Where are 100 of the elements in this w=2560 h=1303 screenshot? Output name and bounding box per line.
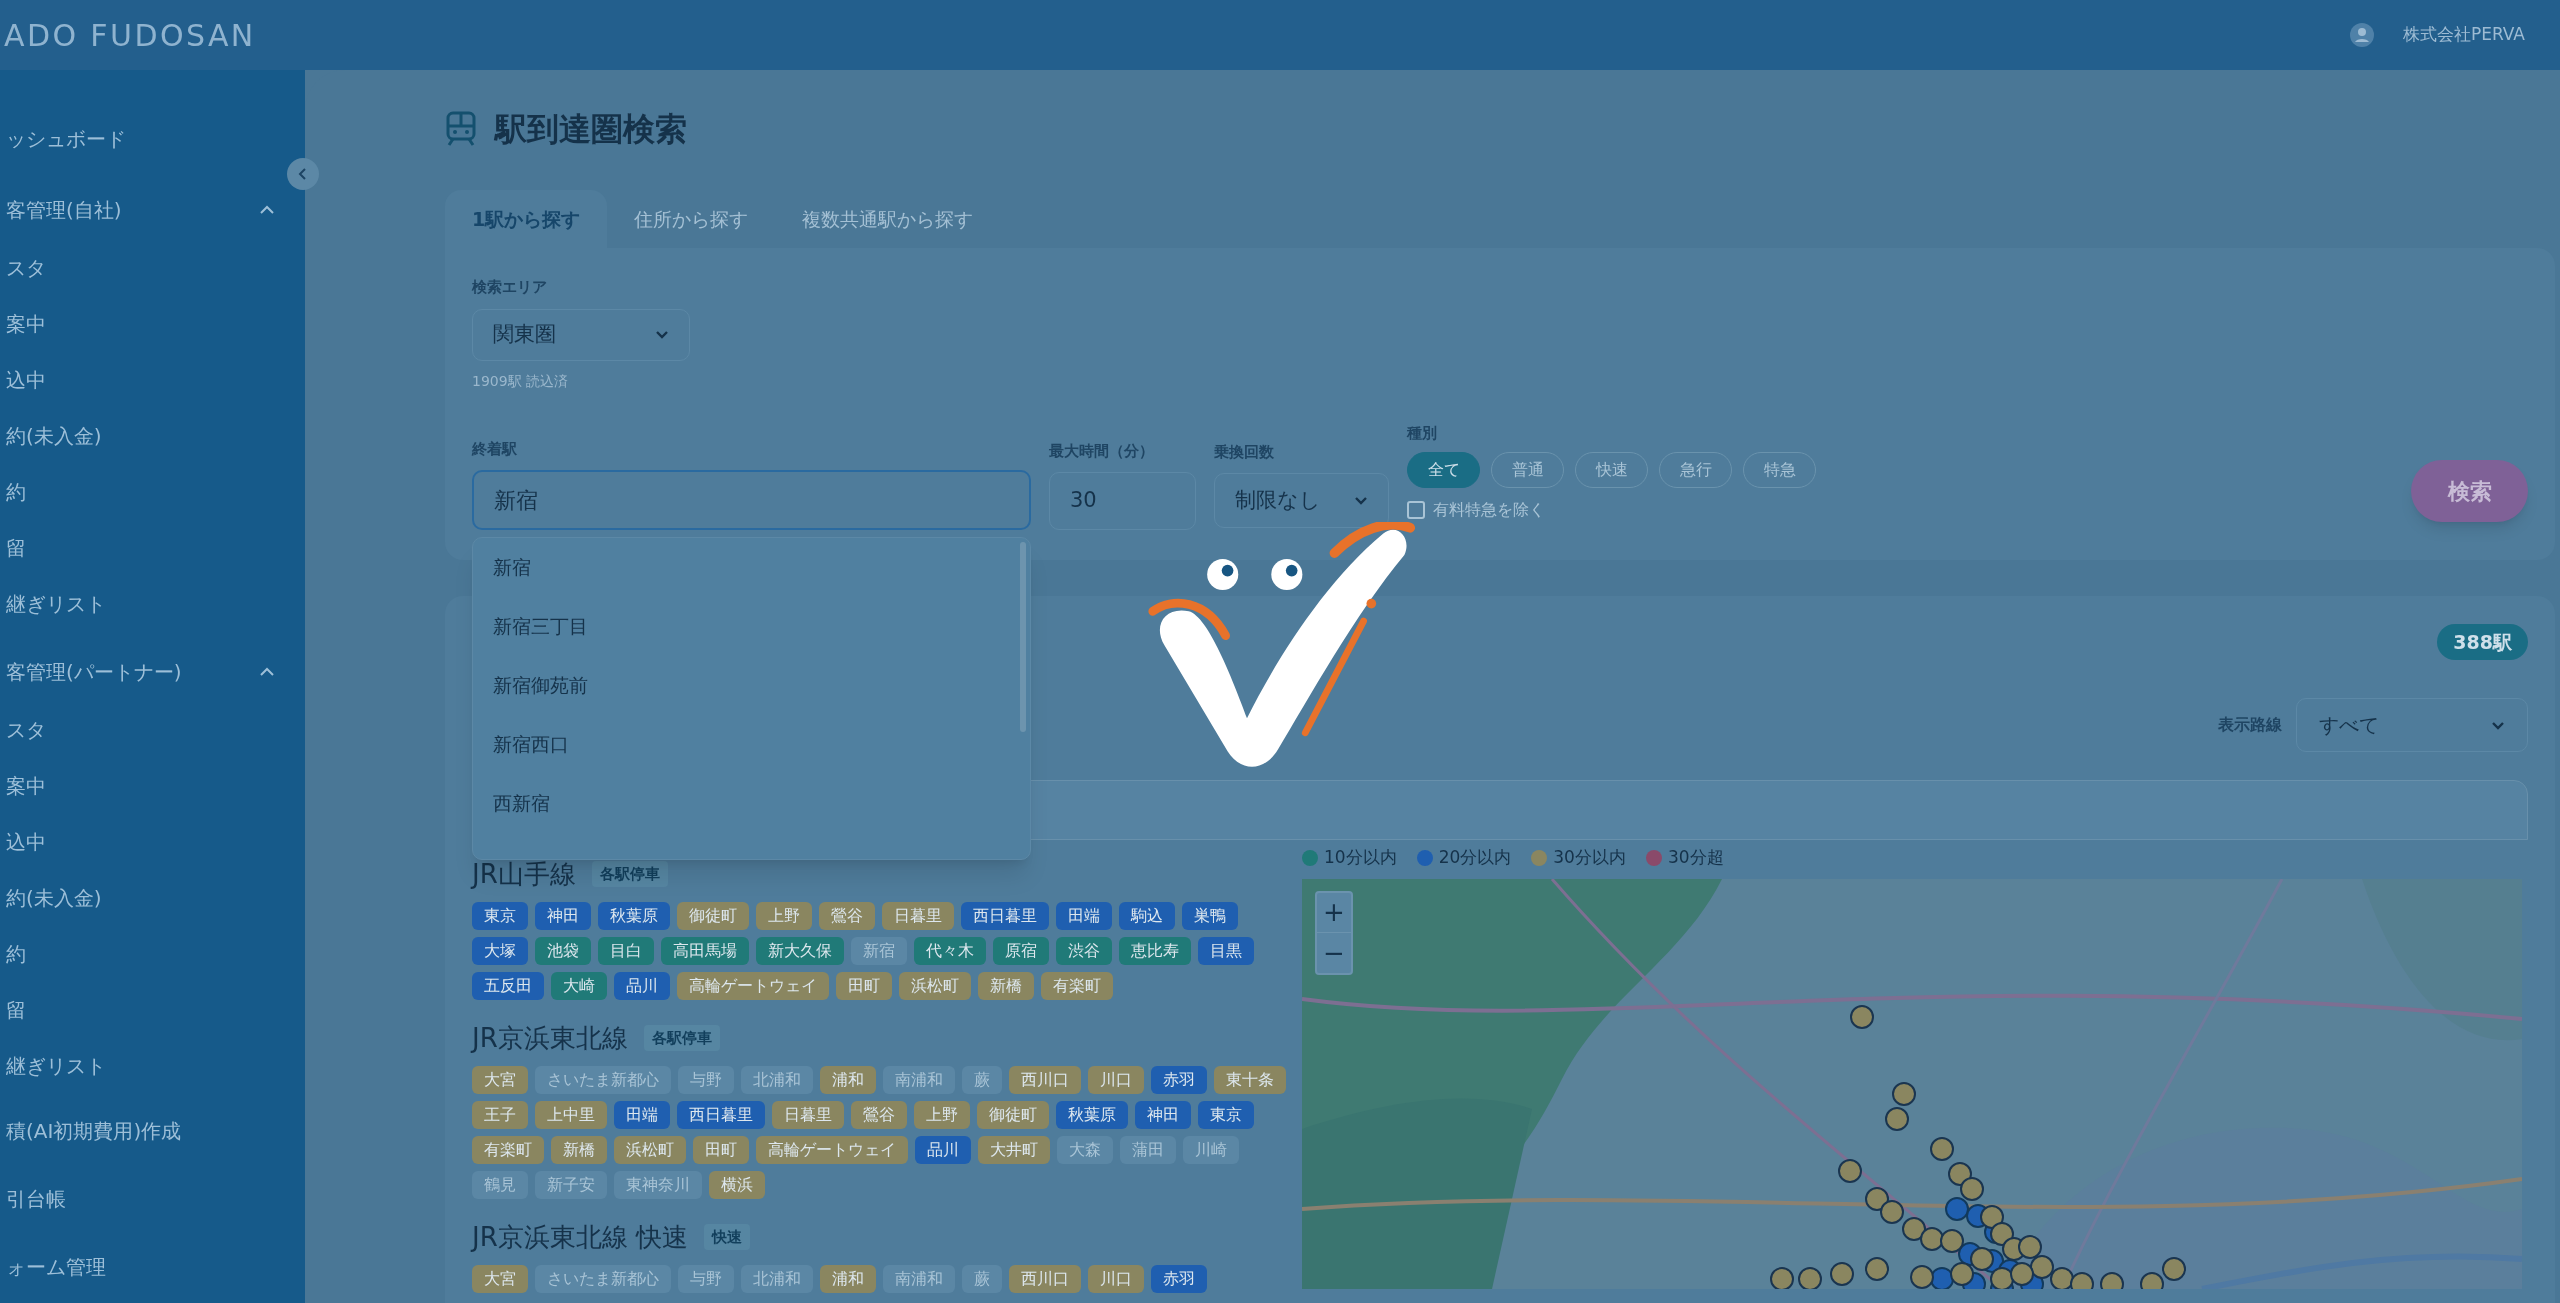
station-chip: 大森 [1057, 1136, 1113, 1164]
station-chip: 大宮 [472, 1066, 528, 1094]
type-chip[interactable]: 普通 [1491, 452, 1564, 488]
service-badge: 各駅停車 [643, 1024, 720, 1052]
sidebar-item[interactable]: 込中 [6, 814, 305, 870]
sidebar-item[interactable]: スタ [6, 240, 305, 296]
station-chip: 東京 [472, 902, 528, 930]
station-chip: 浜松町 [614, 1136, 686, 1164]
field-label: 乗換回数 [1214, 441, 1275, 463]
sidebar-item[interactable]: 込中 [6, 352, 305, 408]
scrollbar[interactable] [1020, 542, 1026, 732]
sidebar-item[interactable]: 約 [6, 926, 305, 982]
station-chip: 南浦和 [883, 1265, 955, 1293]
station-chip: 上中里 [535, 1101, 607, 1129]
station-chip: 大井町 [978, 1136, 1050, 1164]
sidebar-item[interactable]: 積(AI初期費用)作成 [6, 1100, 305, 1162]
sidebar-item[interactable]: 約(未入金) [6, 870, 305, 926]
line-filter-select[interactable]: すべて [2296, 698, 2528, 752]
sidebar-item[interactable]: 約 [6, 464, 305, 520]
suggestion-item[interactable]: 西新宿 [473, 774, 1020, 833]
type-chip[interactable]: 全て [1407, 452, 1480, 488]
station-chip: 神田 [1135, 1101, 1191, 1129]
search-button[interactable]: 検索 [2411, 460, 2528, 522]
field-label: 最大時間（分） [1049, 440, 1155, 462]
type-chip[interactable]: 急行 [1659, 452, 1732, 488]
chevron-down-icon [655, 330, 669, 339]
station-input[interactable]: 新宿 [472, 470, 1031, 530]
type-chip[interactable]: 特急 [1743, 452, 1816, 488]
service-badge: 各駅停車 [591, 860, 668, 888]
tab[interactable]: 複数共通駅から探す [775, 190, 1001, 248]
sidebar-item[interactable]: ッシュボード [6, 108, 305, 170]
zoom-in-button[interactable]: + [1317, 893, 1351, 933]
sidebar-item[interactable]: 留 [6, 982, 305, 1038]
sidebar-item[interactable]: 継ぎリスト [6, 1038, 305, 1094]
map[interactable]: + − [1302, 879, 2528, 1289]
station-chip: 新宿 [851, 937, 907, 965]
station-chip: 東神奈川 [614, 1171, 702, 1199]
station-chip: 大塚 [472, 937, 528, 965]
type-chip[interactable]: 快速 [1575, 452, 1648, 488]
station-chip: 品川 [915, 1136, 971, 1164]
chevron-icon [259, 667, 275, 677]
sidebar-item[interactable]: 案中 [6, 296, 305, 352]
station-chip: 御徒町 [977, 1101, 1049, 1129]
station-chip: 浦和 [820, 1265, 876, 1293]
chevron-icon [259, 205, 275, 215]
chevron-down-icon [2491, 720, 2505, 730]
sidebar-item[interactable]: 約(未入金) [6, 408, 305, 464]
checkbox[interactable] [1407, 501, 1425, 519]
station-chip: 代々木 [914, 937, 986, 965]
sidebar-group[interactable]: 客管理(パートナー) [6, 642, 305, 702]
station-chip: 有楽町 [472, 1136, 544, 1164]
sidebar-item[interactable]: 案中 [6, 758, 305, 814]
field-label: 検索エリア [472, 277, 548, 298]
station-chip: 川崎 [1183, 1136, 1239, 1164]
station-chip: 浜松町 [899, 972, 971, 1000]
station-chip: 赤羽 [1151, 1066, 1207, 1094]
area-select[interactable]: 関東圏 [472, 308, 690, 361]
station-chip: 田町 [836, 972, 892, 1000]
station-chip: 御徒町 [677, 902, 749, 930]
legend-label: 30分以内 [1553, 846, 1626, 870]
sidebar-item[interactable]: 引台帳 [6, 1168, 305, 1230]
transfers-select[interactable]: 制限なし [1214, 473, 1389, 528]
station-chip: 与野 [678, 1066, 734, 1094]
station-chip: 西日暮里 [961, 902, 1049, 930]
sidebar-group[interactable]: 客管理(自社) [6, 180, 305, 240]
suggestion-item[interactable]: 新宿三丁目 [473, 597, 1020, 656]
tab[interactable]: 1駅から探す [445, 190, 608, 248]
station-chip: 北浦和 [741, 1265, 813, 1293]
station-chip: 上野 [756, 902, 812, 930]
station-chip: 神田 [535, 902, 591, 930]
station-chip: 新子安 [535, 1171, 607, 1199]
sidebar-item[interactable]: 継ぎリスト [6, 576, 305, 632]
station-chip: 高田馬場 [661, 937, 749, 965]
max-time-input[interactable]: 30 [1049, 472, 1196, 530]
sidebar-item[interactable]: スタ [6, 702, 305, 758]
user-icon[interactable] [2348, 22, 2375, 48]
legend-label: 20分以内 [1438, 846, 1512, 870]
station-chip: 蕨 [962, 1265, 1002, 1293]
field-label: 終着駅 [472, 438, 518, 460]
suggestion-item[interactable]: 新宿御苑前 [473, 656, 1020, 715]
sidebar-item[interactable]: 留 [6, 520, 305, 576]
station-chip: 鶯谷 [819, 902, 875, 930]
suggestion-item[interactable]: 新宿西口 [473, 715, 1020, 774]
station-chip: 日暮里 [772, 1101, 844, 1129]
station-chip: 目白 [598, 937, 654, 965]
station-chip: 上野 [914, 1101, 970, 1129]
zoom-out-button[interactable]: − [1317, 933, 1351, 973]
line-name: JR京浜東北線 快速 [472, 1220, 688, 1254]
sidebar-item[interactable]: ォーム管理 [6, 1236, 305, 1298]
station-chip: 秋葉原 [598, 902, 670, 930]
station-chip: 赤羽 [1151, 1265, 1207, 1293]
suggestion-item[interactable]: 新宿 [473, 538, 1020, 597]
station-chip: 鶴見 [472, 1171, 528, 1199]
brand-name: ADO FUDOSAN [4, 16, 256, 55]
station-chip: 秋葉原 [1056, 1101, 1128, 1129]
station-chip: 有楽町 [1041, 972, 1113, 1000]
field-label: 表示路線 [2218, 714, 2282, 736]
station-chip: 蕨 [962, 1066, 1002, 1094]
loaded-note: 1909駅 読込済 [472, 371, 570, 391]
tab[interactable]: 住所から探す [607, 190, 776, 248]
